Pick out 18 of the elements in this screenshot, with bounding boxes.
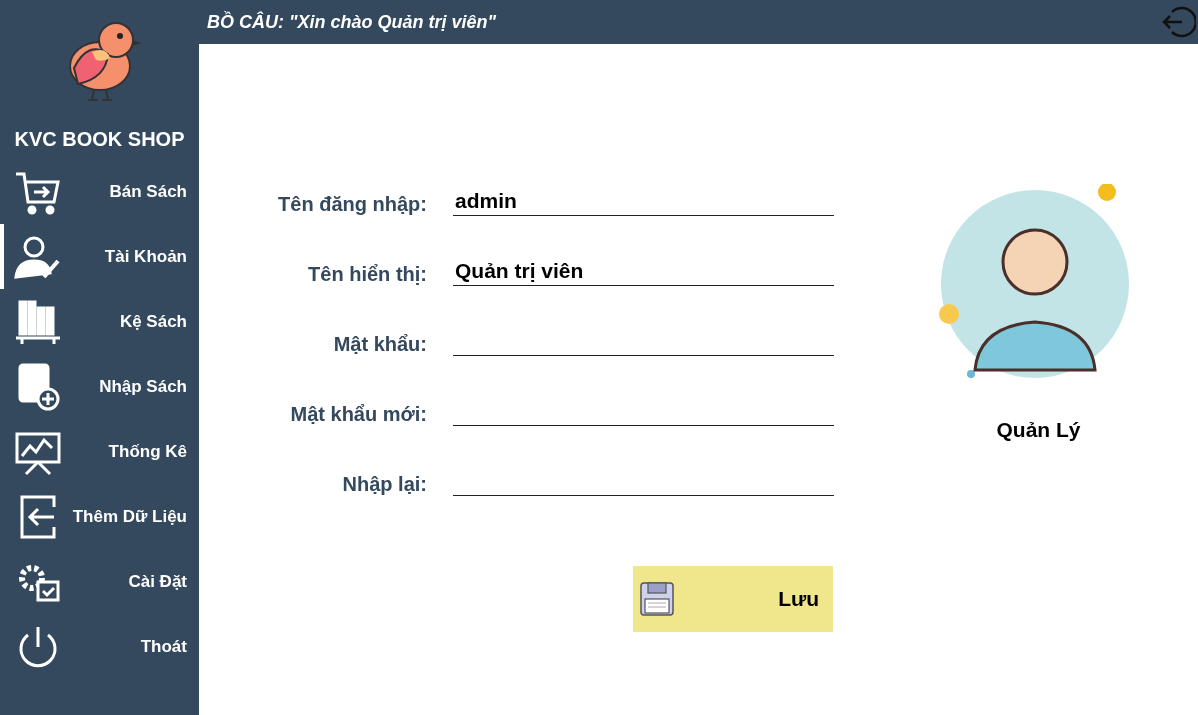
field-label: Mật khẩu: — [332, 333, 428, 356]
sidebar-item[interactable]: Thêm Dữ Liệu — [0, 484, 199, 549]
field-label: Tên hiển thị: — [307, 263, 428, 286]
sidebar-item[interactable]: Bán Sách — [0, 159, 199, 224]
field-label: Mật khẩu mới: — [289, 403, 428, 426]
brand-name: KVC BOOK SHOP — [13, 128, 186, 151]
sidebar-item[interactable]: Thống Kê — [0, 419, 199, 484]
input-field[interactable]: Quản trị viên — [453, 257, 834, 286]
role-label: Quản Lý — [996, 418, 1081, 442]
sidebar-item[interactable]: Cài Đặt — [0, 549, 199, 614]
sidebar-item[interactable]: Nhập Sách — [0, 354, 199, 419]
field-label: Tên đăng nhập: — [277, 193, 428, 216]
input-field[interactable]: admin — [453, 187, 834, 216]
field-label: Nhập lại: — [341, 473, 428, 496]
save-button[interactable]: Lưu — [633, 566, 833, 632]
header-title: BỒ CÂU: "Xin chào Quản trị viên" — [207, 11, 497, 33]
sidebar-item[interactable]: Kệ Sách — [0, 289, 199, 354]
sidebar-item[interactable]: Thoát — [0, 614, 199, 679]
